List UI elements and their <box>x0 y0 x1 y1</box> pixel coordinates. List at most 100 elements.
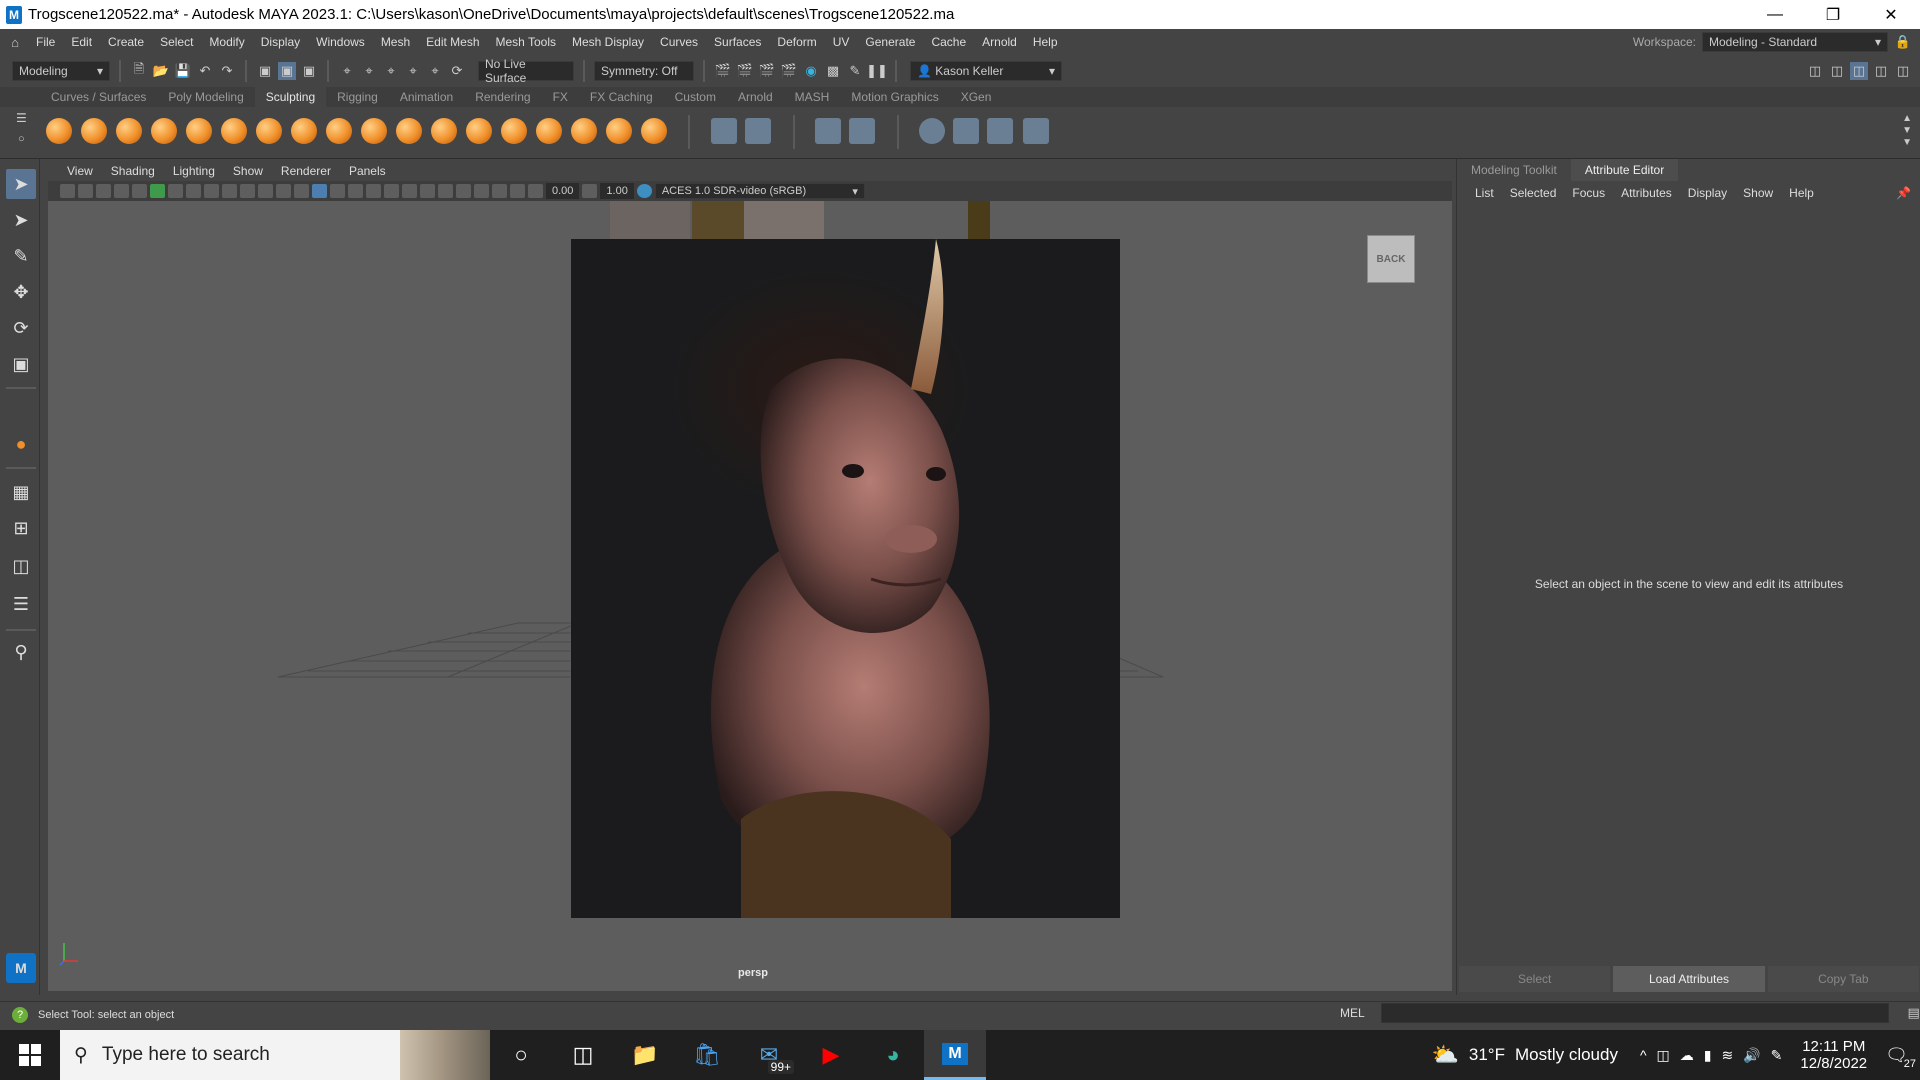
gamma-icon[interactable] <box>582 184 598 198</box>
snap-curve-icon[interactable]: ⌖ <box>360 62 378 80</box>
resolution-gate-icon[interactable] <box>204 184 219 198</box>
youtube-icon[interactable]: ▶ <box>800 1030 862 1080</box>
lock-icon[interactable]: 🔒 <box>1894 33 1912 51</box>
viewport-menu-renderer[interactable]: Renderer <box>272 164 340 178</box>
gate-mask-icon[interactable] <box>222 184 237 198</box>
exposure-icon[interactable] <box>528 184 543 198</box>
smear-tool-icon[interactable] <box>536 118 562 144</box>
screen-space-ao-icon[interactable] <box>402 184 417 198</box>
safe-title-icon[interactable] <box>276 184 291 198</box>
viewport-menu-panels[interactable]: Panels <box>340 164 395 178</box>
render-view-icon[interactable]: 🎬 <box>714 62 732 80</box>
shelf-tab-xgen[interactable]: XGen <box>950 87 1003 107</box>
menu-file[interactable]: File <box>28 35 63 49</box>
field-chart-icon[interactable] <box>240 184 255 198</box>
lasso-tool-icon[interactable]: ➤ <box>6 205 36 235</box>
flatten-tool-icon[interactable] <box>221 118 247 144</box>
select-hierarchy-icon[interactable]: ▣ <box>256 62 274 80</box>
shelf-tab-rigging[interactable]: Rigging <box>326 87 389 107</box>
camera-attributes-icon[interactable] <box>78 184 93 198</box>
snap-point-icon[interactable]: ⌖ <box>382 62 400 80</box>
snap-grid-icon[interactable]: ⌖ <box>338 62 356 80</box>
color-management-icon[interactable] <box>636 184 652 198</box>
bulge-tool-icon[interactable] <box>571 118 597 144</box>
shelf-tab-mash[interactable]: MASH <box>784 87 841 107</box>
maya-taskbar-icon[interactable]: M <box>924 1030 986 1080</box>
imprint-tool-icon[interactable] <box>361 118 387 144</box>
task-view-icon[interactable]: ◫ <box>552 1030 614 1080</box>
mail-icon[interactable]: ✉ 99+ <box>738 1030 800 1080</box>
hypershade-icon[interactable]: ◉ <box>802 62 820 80</box>
pen-icon[interactable]: ✎ <box>1771 1047 1783 1064</box>
battery-icon[interactable]: ▮ <box>1704 1047 1712 1064</box>
new-scene-icon[interactable]: 🗎 <box>130 61 148 80</box>
rotate-tool-icon[interactable]: ⟳ <box>6 313 36 343</box>
ae-load-attributes-button[interactable]: Load Attributes <box>1613 966 1765 992</box>
ae-menu-list[interactable]: List <box>1467 186 1502 200</box>
blend-shape-icon[interactable] <box>815 118 841 144</box>
shelf-tab-arnold[interactable]: Arnold <box>727 87 784 107</box>
microsoft-store-icon[interactable]: 🛍 <box>676 1030 738 1080</box>
undo-icon[interactable]: ↶ <box>196 62 214 80</box>
tab-modeling-toolkit[interactable]: Modeling Toolkit <box>1457 159 1571 181</box>
bookmark-icon[interactable] <box>96 184 111 198</box>
isolate-select-icon[interactable] <box>474 184 489 198</box>
last-tool-used-icon[interactable]: ● <box>6 429 36 459</box>
shelf-tab-rendering[interactable]: Rendering <box>464 87 541 107</box>
ae-select-button[interactable]: Select <box>1459 966 1611 992</box>
cortana-icon[interactable]: ○ <box>490 1030 552 1080</box>
view-transform-dropdown[interactable]: ACES 1.0 SDR-video (sRGB) ▾ <box>654 183 865 199</box>
viewport-menu-show[interactable]: Show <box>224 164 272 178</box>
shelf-menu-icon[interactable]: ☰ <box>16 111 27 125</box>
anti-aliasing-icon[interactable] <box>438 184 453 198</box>
select-camera-icon[interactable] <box>60 184 75 198</box>
freeze-tool-icon[interactable] <box>641 118 667 144</box>
shelf-tab-sculpting[interactable]: Sculpting <box>254 87 327 107</box>
save-scene-icon[interactable]: 💾 <box>174 62 192 80</box>
menu-help[interactable]: Help <box>1025 35 1066 49</box>
ae-menu-attributes[interactable]: Attributes <box>1613 186 1680 200</box>
grease-pencil-icon[interactable] <box>150 184 165 198</box>
wireframe-icon[interactable] <box>294 184 309 198</box>
pause-icon[interactable]: ❚❚ <box>866 62 888 80</box>
two-pane-layout-icon[interactable]: ◫ <box>6 551 36 581</box>
exposure-value[interactable]: 0.00 <box>546 183 580 199</box>
viewport-menu-lighting[interactable]: Lighting <box>164 164 224 178</box>
safe-action-icon[interactable] <box>258 184 273 198</box>
home-icon[interactable]: ⌂ <box>6 33 24 51</box>
clock[interactable]: 12:11 PM 12/8/2022 <box>1800 1038 1867 1072</box>
show-layers-icon[interactable]: ◫ <box>1894 62 1912 80</box>
xray-icon[interactable] <box>492 184 507 198</box>
ae-menu-display[interactable]: Display <box>1680 186 1735 200</box>
outliner-layout-icon[interactable]: ☰ <box>6 589 36 619</box>
select-tool-icon[interactable]: ➤ <box>6 169 36 199</box>
ipr-render-icon[interactable]: 🎬 <box>758 62 776 80</box>
viewport-menu-view[interactable]: View <box>58 164 102 178</box>
shadows-icon[interactable] <box>384 184 399 198</box>
menu-curves[interactable]: Curves <box>652 35 706 49</box>
proximity-wrap-icon[interactable] <box>1023 118 1049 144</box>
search-icon[interactable]: ⚲ <box>6 637 36 667</box>
user-account-dropdown[interactable]: 👤 Kason Keller ▾ <box>910 61 1062 81</box>
render-settings-icon[interactable]: 🎬 <box>780 62 798 80</box>
use-all-lights-icon[interactable] <box>366 184 381 198</box>
shrinkwrap-icon[interactable] <box>987 118 1013 144</box>
onedrive-icon[interactable]: ☁ <box>1680 1047 1694 1064</box>
workspace-dropdown[interactable]: Modeling - Standard ▾ <box>1702 32 1888 52</box>
volume-icon[interactable]: 🔊 <box>1743 1047 1760 1064</box>
menu-select[interactable]: Select <box>152 35 201 49</box>
viewcube-back[interactable]: BACK <box>1367 235 1415 283</box>
file-explorer-icon[interactable]: 📁 <box>614 1030 676 1080</box>
menu-deform[interactable]: Deform <box>769 35 824 49</box>
weather-condition[interactable]: Mostly cloudy <box>1515 1045 1618 1065</box>
menu-uv[interactable]: UV <box>825 35 858 49</box>
taskbar-search-box[interactable]: ⚲ Type here to search <box>60 1030 490 1080</box>
show-attribute-editor-icon[interactable]: ◫ <box>1828 62 1846 80</box>
render-frame-icon[interactable]: 🎬 <box>736 62 754 80</box>
pinch-tool-icon[interactable] <box>186 118 212 144</box>
image-plane-icon[interactable] <box>114 184 129 198</box>
notification-center-icon[interactable]: 🗨 27 <box>1885 1045 1916 1070</box>
menu-mesh[interactable]: Mesh <box>373 35 418 49</box>
menu-edit-mesh[interactable]: Edit Mesh <box>418 35 487 49</box>
scale-tool-icon[interactable]: ▣ <box>6 349 36 379</box>
